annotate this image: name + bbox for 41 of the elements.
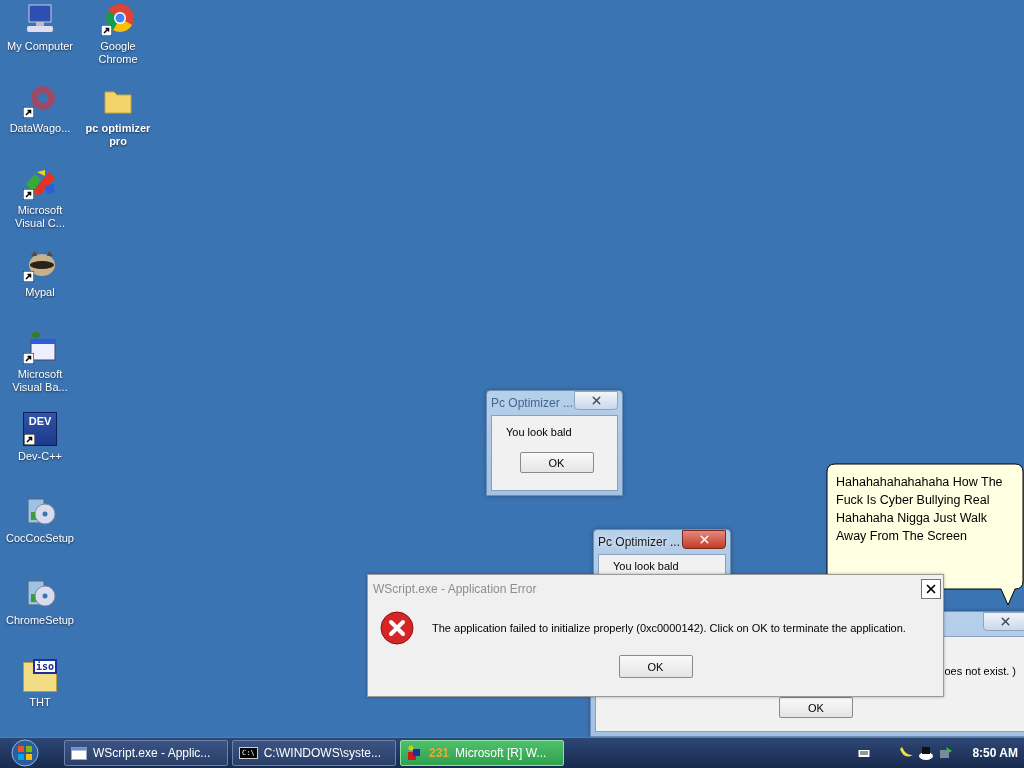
taskbar-button[interactable]: 231 Microsoft [R] W... (400, 740, 564, 766)
error-message: The application failed to initialize properly (0xc0000142). Click on OK to terminate the application. (432, 622, 906, 634)
iso-folder-icon[interactable]: iso (23, 662, 57, 692)
icon-label[interactable]: Mypal (3, 286, 77, 299)
window-title: Pc Optimizer ... (491, 396, 573, 410)
icon-label[interactable]: THT (3, 696, 77, 709)
close-button[interactable] (682, 530, 726, 549)
keyboard-icon[interactable] (858, 748, 871, 758)
clock[interactable]: 8:50 AM (972, 746, 1018, 760)
window-title: Pc Optimizer ... (598, 535, 680, 549)
hat-figure-icon[interactable] (918, 745, 935, 761)
icon-label[interactable]: CocCocSetup (3, 532, 77, 545)
close-icon (924, 582, 938, 596)
start-button[interactable] (8, 739, 42, 767)
dialog-message: oes not exist. ) (944, 665, 1016, 677)
icon-label[interactable]: DataWago... (3, 122, 77, 135)
dialog-message: You look bald (506, 426, 572, 438)
bubble-text: Hahahahahahahaha How The Fuck Is Cyber Bullying Real Hahahaha Nigga Just Walk Away From The Screen (836, 474, 1004, 545)
error-icon (380, 611, 414, 645)
icon-label[interactable]: Microsoft Visual C... (3, 204, 77, 230)
dev-logo-icon[interactable]: DEV (23, 412, 57, 446)
icon-label[interactable]: Microsoft Visual Ba... (3, 368, 77, 394)
window-title: WScript.exe - Application Error (373, 582, 537, 596)
icon-label[interactable]: ChromeSetup (3, 614, 77, 627)
icon-label[interactable]: Google Chrome (81, 40, 155, 66)
ok-button[interactable]: OK (779, 697, 853, 718)
icon-label[interactable]: pc optimizer pro (81, 122, 155, 148)
taskbar-button[interactable]: WScript.exe - Applic... (64, 740, 228, 766)
count-label: 231 (429, 746, 450, 760)
window-icon (71, 746, 87, 760)
ok-button[interactable]: OK (519, 452, 594, 473)
taskbar-label: Microsoft [R] W... (455, 746, 547, 760)
iso-tag: iso (32, 659, 57, 674)
taskbar-label: C:\WINDOWS\syste... (263, 746, 381, 760)
close-button[interactable] (921, 579, 941, 599)
ok-button[interactable]: OK (618, 655, 693, 678)
dialog-message: You look bald (613, 560, 679, 572)
taskbar-label: WScript.exe - Applic... (93, 746, 211, 760)
blocks-icon (407, 745, 423, 761)
icon-label[interactable]: Dev-C++ (3, 450, 77, 463)
icon-label[interactable]: My Computer (3, 40, 77, 53)
